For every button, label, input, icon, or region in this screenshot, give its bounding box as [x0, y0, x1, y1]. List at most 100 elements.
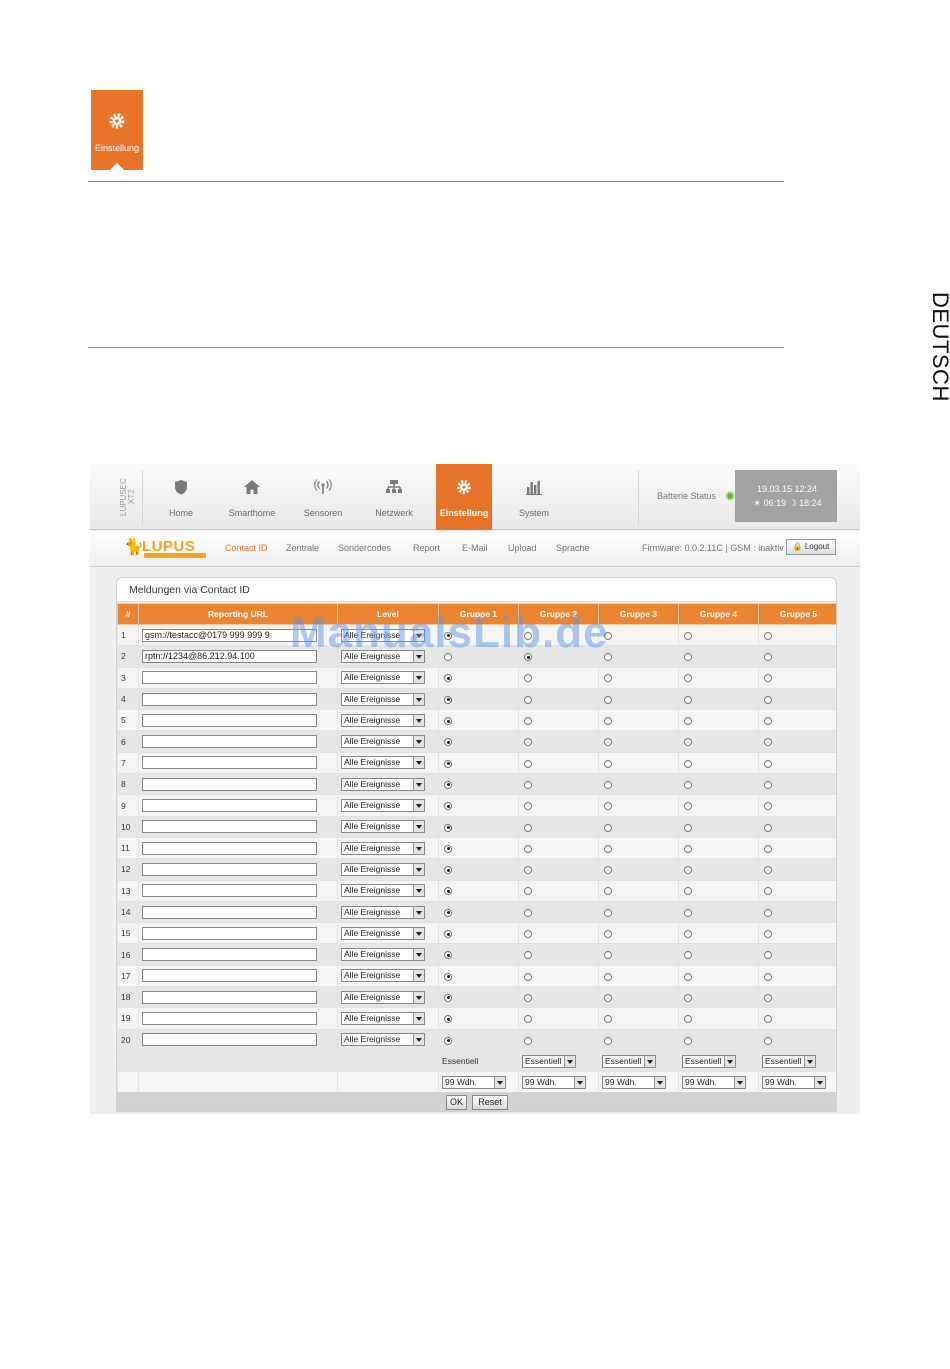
group-3-radio[interactable]	[604, 1036, 612, 1045]
group-4-radio[interactable]	[684, 972, 692, 981]
group-4-radio[interactable]	[684, 1036, 692, 1045]
group-1-radio[interactable]	[444, 951, 452, 960]
level-select[interactable]: Alle Ereignisse	[341, 692, 425, 706]
reporting-url-input[interactable]	[142, 671, 317, 685]
group-5-radio[interactable]	[764, 759, 772, 768]
group-3-radio[interactable]	[604, 738, 612, 747]
reporting-url-input[interactable]	[142, 884, 317, 898]
subnav-email[interactable]: E-Mail	[462, 543, 488, 553]
group-2-radio[interactable]	[524, 993, 532, 1002]
level-select[interactable]: Alle Ereignisse	[341, 948, 425, 962]
group-5-radio[interactable]	[764, 780, 772, 789]
reporting-url-input[interactable]	[142, 1033, 317, 1047]
group-2-radio[interactable]	[524, 908, 532, 917]
level-select[interactable]: Alle Ereignisse	[341, 756, 425, 770]
level-select[interactable]: Alle Ereignisse	[341, 1033, 425, 1047]
group-4-radio[interactable]	[684, 653, 692, 662]
group-3-radio[interactable]	[604, 866, 612, 875]
reporting-url-input[interactable]	[142, 969, 317, 983]
group-4-radio[interactable]	[684, 930, 692, 939]
group-2-radio[interactable]	[524, 972, 532, 981]
group-5-radio[interactable]	[764, 844, 772, 853]
group-1-radio[interactable]	[444, 887, 452, 896]
group-5-radio[interactable]	[764, 1015, 772, 1024]
group-2-radio[interactable]	[524, 930, 532, 939]
reporting-url-input[interactable]	[142, 990, 317, 1004]
group-2-radio[interactable]	[524, 951, 532, 960]
subnav-sondercodes[interactable]: Sondercodes	[338, 543, 391, 553]
group-1-radio[interactable]	[444, 802, 452, 811]
group-3-repeat-select[interactable]: 99 Wdh.	[602, 1075, 666, 1089]
group-1-radio[interactable]	[444, 759, 452, 768]
reporting-url-input[interactable]	[142, 926, 317, 940]
level-select[interactable]: Alle Ereignisse	[341, 777, 425, 791]
group-4-radio[interactable]	[684, 780, 692, 789]
nav-sensoren[interactable]: Sensoren	[292, 464, 354, 530]
group-1-radio[interactable]	[444, 1015, 452, 1024]
group-4-radio[interactable]	[684, 1015, 692, 1024]
group-2-radio[interactable]	[524, 695, 532, 704]
group-1-radio[interactable]	[444, 738, 452, 747]
group-3-radio[interactable]	[604, 1015, 612, 1024]
group-5-repeat-select[interactable]: 99 Wdh.	[762, 1075, 826, 1089]
group-5-type-select[interactable]: Essentiell	[762, 1054, 817, 1068]
group-5-radio[interactable]	[764, 802, 772, 811]
group-1-radio[interactable]	[444, 823, 452, 832]
nav-netzwerk[interactable]: Netzwerk	[363, 464, 425, 530]
level-select[interactable]: Alle Ereignisse	[341, 841, 425, 855]
group-5-radio[interactable]	[764, 1036, 772, 1045]
ok-button[interactable]: OK	[446, 1095, 467, 1110]
group-1-radio[interactable]	[444, 908, 452, 917]
group-5-radio[interactable]	[764, 972, 772, 981]
reporting-url-input[interactable]	[142, 713, 317, 727]
level-select[interactable]: Alle Ereignisse	[341, 820, 425, 834]
group-2-radio[interactable]	[524, 780, 532, 789]
group-2-radio[interactable]	[524, 823, 532, 832]
group-1-repeat-select[interactable]: 99 Wdh.	[442, 1075, 506, 1089]
subnav-sprache[interactable]: Sprache	[556, 543, 590, 553]
group-3-type-select[interactable]: Essentiell	[602, 1054, 657, 1068]
group-3-radio[interactable]	[604, 844, 612, 853]
reset-button[interactable]: Reset	[472, 1095, 508, 1110]
group-4-radio[interactable]	[684, 951, 692, 960]
group-1-radio[interactable]	[444, 993, 452, 1002]
group-2-radio[interactable]	[524, 717, 532, 726]
group-4-radio[interactable]	[684, 844, 692, 853]
reporting-url-input[interactable]	[142, 735, 317, 749]
group-2-radio[interactable]	[524, 759, 532, 768]
group-4-radio[interactable]	[684, 738, 692, 747]
group-1-radio[interactable]	[444, 717, 452, 726]
reporting-url-input[interactable]	[142, 841, 317, 855]
reporting-url-input[interactable]	[142, 862, 317, 876]
group-2-radio[interactable]	[524, 887, 532, 896]
nav-einstellung[interactable]: Einstellung	[436, 464, 492, 530]
group-4-radio[interactable]	[684, 759, 692, 768]
group-4-radio[interactable]	[684, 823, 692, 832]
group-5-radio[interactable]	[764, 674, 772, 683]
group-1-radio[interactable]	[444, 674, 452, 683]
group-2-radio[interactable]	[524, 1015, 532, 1024]
group-4-radio[interactable]	[684, 674, 692, 683]
group-4-repeat-select[interactable]: 99 Wdh.	[682, 1075, 746, 1089]
reporting-url-input[interactable]	[142, 948, 317, 962]
subnav-contact-id[interactable]: Contact ID	[225, 543, 268, 553]
group-5-radio[interactable]	[764, 930, 772, 939]
level-select[interactable]: Alle Ereignisse	[341, 969, 425, 983]
group-1-radio[interactable]	[444, 1036, 452, 1045]
level-select[interactable]: Alle Ereignisse	[341, 884, 425, 898]
group-1-radio[interactable]	[444, 866, 452, 875]
group-4-radio[interactable]	[684, 908, 692, 917]
level-select[interactable]: Alle Ereignisse	[341, 671, 425, 685]
reporting-url-input[interactable]	[142, 756, 317, 770]
group-3-radio[interactable]	[604, 780, 612, 789]
group-2-repeat-select[interactable]: 99 Wdh.	[522, 1075, 586, 1089]
group-5-radio[interactable]	[764, 993, 772, 1002]
reporting-url-input[interactable]	[142, 905, 317, 919]
nav-smarthome[interactable]: Smarthome	[221, 464, 283, 530]
group-3-radio[interactable]	[604, 972, 612, 981]
level-select[interactable]: Alle Ereignisse	[341, 862, 425, 876]
group-1-radio[interactable]	[444, 930, 452, 939]
group-5-radio[interactable]	[764, 631, 772, 640]
subnav-upload[interactable]: Upload	[508, 543, 537, 553]
group-4-radio[interactable]	[684, 631, 692, 640]
